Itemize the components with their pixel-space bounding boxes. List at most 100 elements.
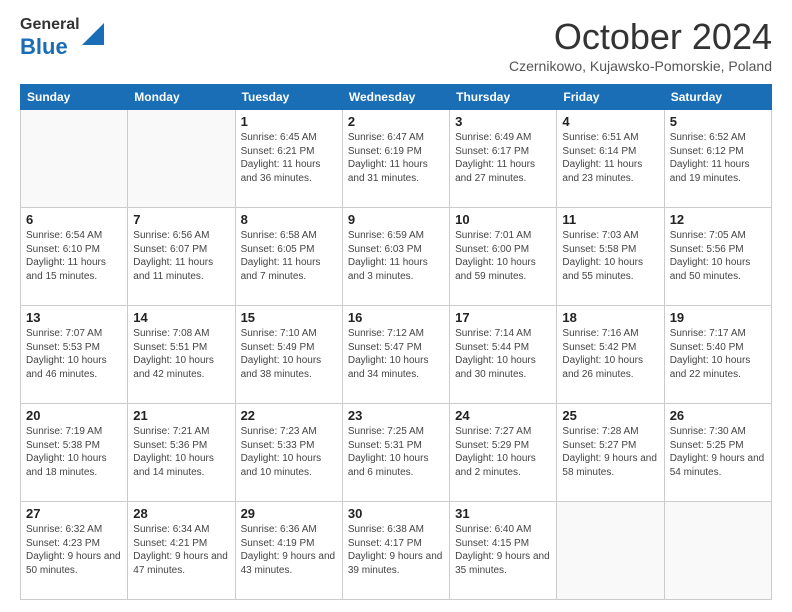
day-info: Sunrise: 6:36 AMSunset: 4:19 PMDaylight:…: [241, 523, 337, 577]
logo-general: General: [20, 16, 80, 34]
day-info: Sunrise: 6:45 AMSunset: 6:21 PMDaylight:…: [241, 131, 337, 185]
calendar-cell: [664, 502, 771, 600]
calendar-cell: 23 Sunrise: 7:25 AMSunset: 5:31 PMDayligh…: [342, 404, 449, 502]
month-title: October 2024: [509, 16, 772, 58]
day-info: Sunrise: 7:16 AMSunset: 5:42 PMDaylight:…: [562, 327, 658, 381]
calendar-cell: 14 Sunrise: 7:08 AMSunset: 5:51 PMDayligh…: [128, 306, 235, 404]
day-info: Sunrise: 7:28 AMSunset: 5:27 PMDaylight:…: [562, 425, 658, 479]
col-monday: Monday: [128, 85, 235, 110]
day-number: 15: [241, 310, 337, 325]
day-number: 12: [670, 212, 766, 227]
day-number: 9: [348, 212, 444, 227]
day-info: Sunrise: 7:08 AMSunset: 5:51 PMDaylight:…: [133, 327, 229, 381]
day-number: 29: [241, 506, 337, 521]
calendar-cell: 3 Sunrise: 6:49 AMSunset: 6:17 PMDaylight…: [450, 110, 557, 208]
calendar-cell: 15 Sunrise: 7:10 AMSunset: 5:49 PMDayligh…: [235, 306, 342, 404]
day-info: Sunrise: 6:56 AMSunset: 6:07 PMDaylight:…: [133, 229, 229, 283]
day-info: Sunrise: 7:19 AMSunset: 5:38 PMDaylight:…: [26, 425, 122, 479]
col-sunday: Sunday: [21, 85, 128, 110]
col-wednesday: Wednesday: [342, 85, 449, 110]
day-number: 11: [562, 212, 658, 227]
day-info: Sunrise: 6:52 AMSunset: 6:12 PMDaylight:…: [670, 131, 766, 185]
calendar-week-row: 1Sunrise: 6:45 AMSunset: 6:21 PMDaylight…: [21, 110, 772, 208]
calendar-cell: 26 Sunrise: 7:30 AMSunset: 5:25 PMDayligh…: [664, 404, 771, 502]
day-number: 25: [562, 408, 658, 423]
calendar-cell: 29 Sunrise: 6:36 AMSunset: 4:19 PMDayligh…: [235, 502, 342, 600]
page: General Blue October 2024 Czernikowo, Ku…: [0, 0, 792, 612]
day-info: Sunrise: 7:14 AMSunset: 5:44 PMDaylight:…: [455, 327, 551, 381]
day-info: Sunrise: 7:10 AMSunset: 5:49 PMDaylight:…: [241, 327, 337, 381]
calendar-cell: 30 Sunrise: 6:38 AMSunset: 4:17 PMDayligh…: [342, 502, 449, 600]
day-number: 30: [348, 506, 444, 521]
calendar-cell: 20Sunrise: 7:19 AMSunset: 5:38 PMDayligh…: [21, 404, 128, 502]
day-number: 24: [455, 408, 551, 423]
day-info: Sunrise: 7:21 AMSunset: 5:36 PMDaylight:…: [133, 425, 229, 479]
col-saturday: Saturday: [664, 85, 771, 110]
day-number: 3: [455, 114, 551, 129]
calendar-cell: 25 Sunrise: 7:28 AMSunset: 5:27 PMDayligh…: [557, 404, 664, 502]
calendar-week-row: 13 Sunrise: 7:07 AMSunset: 5:53 PMDayligh…: [21, 306, 772, 404]
day-info: Sunrise: 7:25 AMSunset: 5:31 PMDaylight:…: [348, 425, 444, 479]
calendar-cell: 13 Sunrise: 7:07 AMSunset: 5:53 PMDayligh…: [21, 306, 128, 404]
calendar-cell: 16 Sunrise: 7:12 AMSunset: 5:47 PMDayligh…: [342, 306, 449, 404]
calendar-cell: 9 Sunrise: 6:59 AMSunset: 6:03 PMDaylight…: [342, 208, 449, 306]
calendar-cell: 5 Sunrise: 6:52 AMSunset: 6:12 PMDaylight…: [664, 110, 771, 208]
day-number: 26: [670, 408, 766, 423]
calendar-cell: 4Sunrise: 6:51 AMSunset: 6:14 PMDaylight…: [557, 110, 664, 208]
day-number: 2: [348, 114, 444, 129]
calendar-cell: 17Sunrise: 7:14 AMSunset: 5:44 PMDayligh…: [450, 306, 557, 404]
calendar-cell: 22 Sunrise: 7:23 AMSunset: 5:33 PMDayligh…: [235, 404, 342, 502]
day-info: Sunrise: 6:59 AMSunset: 6:03 PMDaylight:…: [348, 229, 444, 283]
day-info: Sunrise: 6:54 AMSunset: 6:10 PMDaylight:…: [26, 229, 122, 283]
day-info: Sunrise: 7:07 AMSunset: 5:53 PMDaylight:…: [26, 327, 122, 381]
calendar-header-row: Sunday Monday Tuesday Wednesday Thursday…: [21, 85, 772, 110]
calendar-cell: 7 Sunrise: 6:56 AMSunset: 6:07 PMDaylight…: [128, 208, 235, 306]
title-area: October 2024 Czernikowo, Kujawsko-Pomors…: [509, 16, 772, 74]
day-info: Sunrise: 6:38 AMSunset: 4:17 PMDaylight:…: [348, 523, 444, 577]
calendar-cell: 8Sunrise: 6:58 AMSunset: 6:05 PMDaylight…: [235, 208, 342, 306]
calendar-cell: 19Sunrise: 7:17 AMSunset: 5:40 PMDayligh…: [664, 306, 771, 404]
day-info: Sunrise: 6:47 AMSunset: 6:19 PMDaylight:…: [348, 131, 444, 185]
day-info: Sunrise: 7:05 AMSunset: 5:56 PMDaylight:…: [670, 229, 766, 283]
calendar-week-row: 6 Sunrise: 6:54 AMSunset: 6:10 PMDaylight…: [21, 208, 772, 306]
day-number: 7: [133, 212, 229, 227]
calendar-cell: 31Sunrise: 6:40 AMSunset: 4:15 PMDayligh…: [450, 502, 557, 600]
day-number: 6: [26, 212, 122, 227]
logo: General Blue: [20, 16, 104, 60]
day-info: Sunrise: 7:01 AMSunset: 6:00 PMDaylight:…: [455, 229, 551, 283]
calendar-cell: 18 Sunrise: 7:16 AMSunset: 5:42 PMDayligh…: [557, 306, 664, 404]
day-number: 13: [26, 310, 122, 325]
calendar-cell: 21Sunrise: 7:21 AMSunset: 5:36 PMDayligh…: [128, 404, 235, 502]
calendar-cell: [128, 110, 235, 208]
day-number: 22: [241, 408, 337, 423]
calendar-cell: 12 Sunrise: 7:05 AMSunset: 5:56 PMDayligh…: [664, 208, 771, 306]
location: Czernikowo, Kujawsko-Pomorskie, Poland: [509, 58, 772, 74]
calendar-cell: 1Sunrise: 6:45 AMSunset: 6:21 PMDaylight…: [235, 110, 342, 208]
day-info: Sunrise: 7:23 AMSunset: 5:33 PMDaylight:…: [241, 425, 337, 479]
day-number: 16: [348, 310, 444, 325]
calendar-cell: 24Sunrise: 7:27 AMSunset: 5:29 PMDayligh…: [450, 404, 557, 502]
day-info: Sunrise: 6:49 AMSunset: 6:17 PMDaylight:…: [455, 131, 551, 185]
day-number: 4: [562, 114, 658, 129]
calendar-cell: 6 Sunrise: 6:54 AMSunset: 6:10 PMDaylight…: [21, 208, 128, 306]
logo-icon: [82, 23, 104, 45]
day-number: 14: [133, 310, 229, 325]
calendar-week-row: 27Sunrise: 6:32 AMSunset: 4:23 PMDayligh…: [21, 502, 772, 600]
day-info: Sunrise: 7:03 AMSunset: 5:58 PMDaylight:…: [562, 229, 658, 283]
day-info: Sunrise: 7:12 AMSunset: 5:47 PMDaylight:…: [348, 327, 444, 381]
calendar-cell: 11 Sunrise: 7:03 AMSunset: 5:58 PMDayligh…: [557, 208, 664, 306]
day-info: Sunrise: 6:34 AMSunset: 4:21 PMDaylight:…: [133, 523, 229, 577]
day-number: 23: [348, 408, 444, 423]
col-friday: Friday: [557, 85, 664, 110]
day-number: 27: [26, 506, 122, 521]
day-number: 31: [455, 506, 551, 521]
day-number: 18: [562, 310, 658, 325]
day-number: 5: [670, 114, 766, 129]
day-info: Sunrise: 7:30 AMSunset: 5:25 PMDaylight:…: [670, 425, 766, 479]
calendar-cell: 28Sunrise: 6:34 AMSunset: 4:21 PMDayligh…: [128, 502, 235, 600]
calendar-cell: 27Sunrise: 6:32 AMSunset: 4:23 PMDayligh…: [21, 502, 128, 600]
header: General Blue October 2024 Czernikowo, Ku…: [20, 16, 772, 74]
day-number: 8: [241, 212, 337, 227]
col-thursday: Thursday: [450, 85, 557, 110]
logo-blue: Blue: [20, 34, 80, 60]
